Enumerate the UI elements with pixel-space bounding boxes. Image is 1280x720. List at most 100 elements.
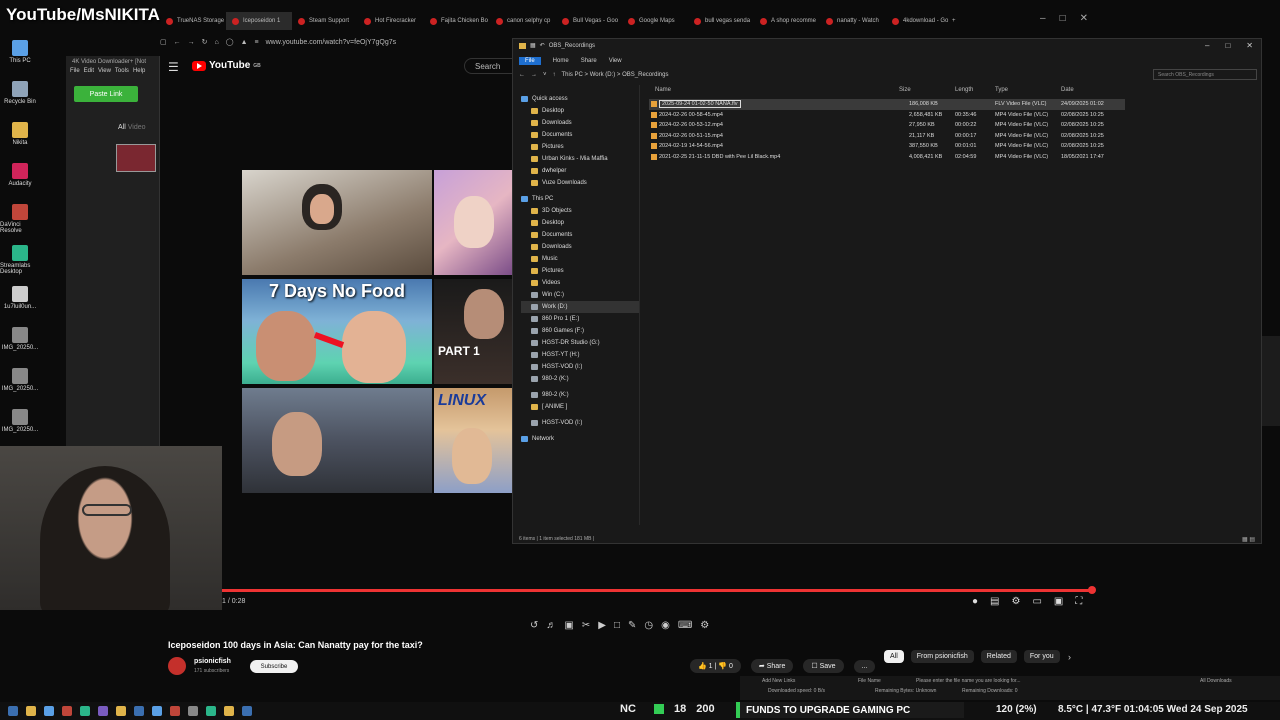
- nav-item[interactable]: Work (D:): [521, 301, 639, 313]
- menu-item[interactable]: View: [98, 68, 111, 74]
- video-thumbnail[interactable]: PART 1: [434, 279, 512, 384]
- back-icon[interactable]: ←: [519, 72, 525, 78]
- nav-item[interactable]: [ ANIME ]: [521, 401, 639, 413]
- channel-name[interactable]: psionicfish: [194, 658, 231, 665]
- subscribe-button[interactable]: Subscribe: [250, 660, 298, 673]
- taskbar-app-icon[interactable]: [80, 706, 90, 716]
- share-button[interactable]: ➦ Share: [750, 659, 794, 673]
- taskbar-app-icon[interactable]: [206, 706, 216, 716]
- filter-chip[interactable]: For you: [1023, 650, 1060, 663]
- nav-item[interactable]: Documents: [521, 229, 639, 241]
- ribbon-tab[interactable]: Home: [553, 58, 569, 64]
- clip-icon[interactable]: ✂: [582, 620, 590, 631]
- hamburger-menu-icon[interactable]: ☰: [168, 60, 179, 74]
- column-header[interactable]: Name: [655, 87, 671, 93]
- nav-item[interactable]: Documents: [521, 129, 639, 141]
- desktop-icon[interactable]: This PC: [0, 40, 40, 81]
- chevron-right-icon[interactable]: ›: [1068, 652, 1071, 662]
- close-icon[interactable]: ✕: [1080, 13, 1088, 24]
- taskbar-app-icon[interactable]: [224, 706, 234, 716]
- column-header[interactable]: Type: [995, 87, 1008, 93]
- theater-mode-icon[interactable]: ▭: [1032, 596, 1041, 607]
- tab-all[interactable]: All Video: [118, 124, 146, 131]
- taskbar-app-icon[interactable]: [188, 706, 198, 716]
- pane-divider[interactable]: [639, 85, 640, 525]
- audio-icon[interactable]: ♬: [546, 620, 556, 631]
- browser-tab[interactable]: Steam Support: [292, 12, 358, 30]
- nav-item[interactable]: Downloads: [521, 241, 639, 253]
- column-header[interactable]: Date: [1061, 87, 1074, 93]
- menu-item[interactable]: Help: [133, 68, 145, 74]
- nav-item[interactable]: 3D Objects: [521, 205, 639, 217]
- filter-chip[interactable]: From psionicfish: [910, 650, 974, 663]
- taskbar-app-icon[interactable]: [116, 706, 126, 716]
- explorer-search-input[interactable]: Search OBS_Recordings: [1153, 69, 1257, 80]
- file-search-input[interactable]: Please enter the file name you are looki…: [916, 678, 1021, 684]
- nav-item[interactable]: Urban Kinks - Mia Maffia: [521, 153, 639, 165]
- column-header[interactable]: Length: [955, 87, 973, 93]
- edit-icon[interactable]: ✎: [628, 620, 636, 631]
- like-button[interactable]: 👍 1 | 👎 0: [690, 659, 741, 673]
- more-actions-button[interactable]: ...: [853, 659, 876, 673]
- taskbar-app-icon[interactable]: [152, 706, 162, 716]
- nav-item[interactable]: Win (C:): [521, 289, 639, 301]
- browser-tab[interactable]: canon selphy cp: [490, 12, 556, 30]
- taskbar-app-icon[interactable]: [44, 706, 54, 716]
- screenshot-icon[interactable]: ▣: [564, 620, 573, 631]
- paste-link-button[interactable]: Paste Link: [74, 86, 138, 102]
- crop-icon[interactable]: □: [614, 620, 620, 631]
- up-icon[interactable]: ↑: [553, 72, 556, 78]
- captions-icon[interactable]: ▤: [990, 596, 999, 607]
- nav-item[interactable]: Music: [521, 253, 639, 265]
- file-row[interactable]: 2024-02-26 00-58-45.mp4 2,658,481 KB 00:35…: [649, 110, 1125, 121]
- file-row[interactable]: 2024-02-26 00-51-15.mp4 21,117 KB 00:00:17…: [649, 131, 1125, 142]
- video-progress-bar[interactable]: [222, 589, 1092, 592]
- back-icon[interactable]: ←: [174, 39, 181, 46]
- filter-chip[interactable]: Related: [980, 650, 1017, 663]
- settings-gear-icon[interactable]: ⚙: [1012, 596, 1021, 607]
- gear-icon[interactable]: ⚙: [700, 620, 709, 631]
- browser-tab[interactable]: Fajita Chicken Bo: [424, 12, 490, 30]
- speed-icon[interactable]: ◷: [644, 620, 653, 631]
- nav-item[interactable]: HGST-VOD (I:): [521, 417, 639, 429]
- maximize-icon[interactable]: □: [1060, 13, 1066, 24]
- breadcrumb[interactable]: This PC > Work (D:) > OBS_Recordings: [562, 72, 669, 78]
- desktop-icon[interactable]: IMG_20250...: [0, 409, 40, 450]
- fullscreen-icon[interactable]: ⛶: [1075, 596, 1082, 607]
- nav-item[interactable]: Desktop: [521, 105, 639, 117]
- menu-item[interactable]: Edit: [84, 68, 94, 74]
- breadcrumb-item[interactable]: This PC: [562, 72, 583, 78]
- browser-tab[interactable]: Bull Vegas - Goo: [556, 12, 622, 30]
- youtube-search-input[interactable]: Search: [464, 58, 514, 74]
- video-thumbnail[interactable]: [242, 170, 432, 275]
- home-icon[interactable]: ⌂: [215, 39, 219, 46]
- progress-scrubber[interactable]: [1088, 586, 1096, 594]
- camera-icon[interactable]: ◉: [661, 620, 670, 631]
- nav-item[interactable]: HGST-YT (H:): [521, 349, 639, 361]
- nav-item[interactable]: This PC: [521, 193, 639, 205]
- loop-icon[interactable]: ↺: [530, 620, 538, 631]
- file-row[interactable]: 2021-02-25 21-11-15 DBD with Pee Lil Bla…: [649, 152, 1125, 163]
- undo-icon[interactable]: ↶: [540, 42, 545, 49]
- browser-tab[interactable]: nanatty - Watch: [820, 12, 886, 30]
- nav-item[interactable]: dwhelper: [521, 165, 639, 177]
- video-thumbnail[interactable]: 7 Days No Food: [242, 279, 432, 384]
- taskbar-app-icon[interactable]: [26, 706, 36, 716]
- forward-icon[interactable]: →: [531, 72, 537, 78]
- browser-tab[interactable]: A shop recomme: [754, 12, 820, 30]
- browser-tab[interactable]: TrueNAS Storage: [160, 12, 226, 30]
- video-icon[interactable]: ▶: [598, 620, 606, 631]
- nav-item[interactable]: Quick access: [521, 93, 639, 105]
- file-row[interactable]: 2024-02-19 14-54-56.mp4 387,550 KB 00:01:0…: [649, 141, 1125, 152]
- menu-item[interactable]: Tools: [115, 68, 129, 74]
- taskbar-app-icon[interactable]: [8, 706, 18, 716]
- breadcrumb-item[interactable]: OBS_Recordings: [622, 72, 668, 78]
- minimize-icon[interactable]: –: [1205, 41, 1209, 50]
- nav-item[interactable]: 860 Games (F:): [521, 325, 639, 337]
- shield-icon[interactable]: ◯: [226, 38, 234, 46]
- browser-tab[interactable]: 4kdownload - Go: [886, 12, 952, 30]
- desktop-icon[interactable]: Recycle Bin: [0, 81, 40, 122]
- new-tab-icon[interactable]: +: [952, 18, 956, 24]
- desktop-icon[interactable]: 1u7luil0un...: [0, 286, 40, 327]
- autoplay-toggle-icon[interactable]: ●: [972, 596, 978, 607]
